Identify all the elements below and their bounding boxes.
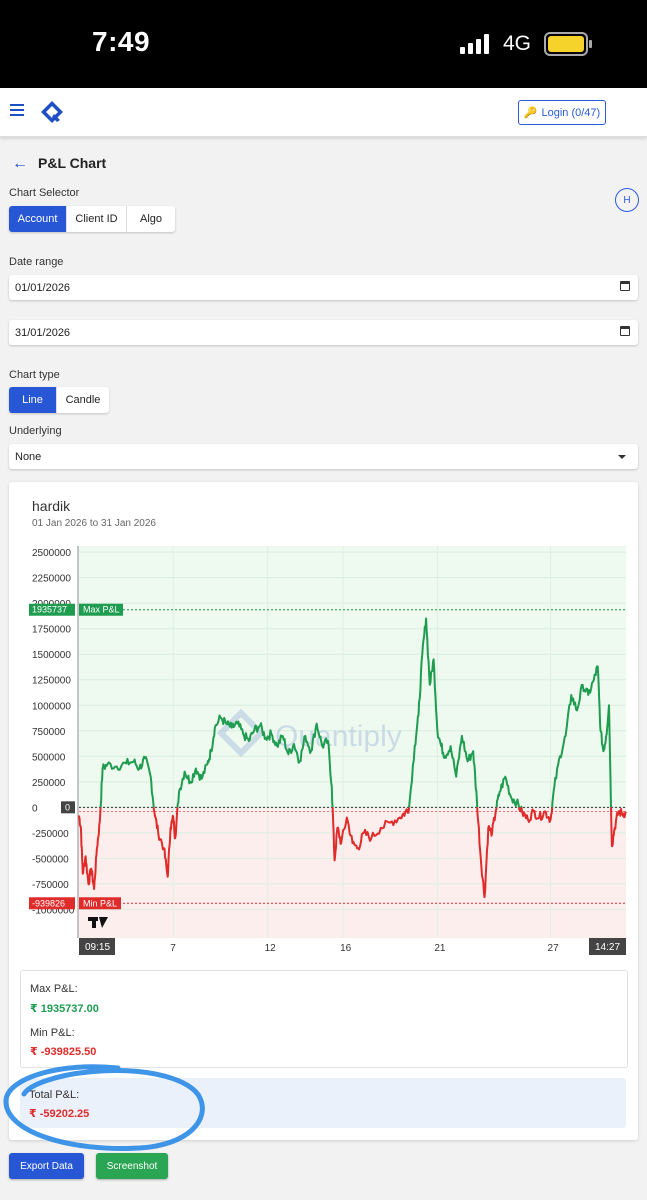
svg-text:1935737: 1935737 [32, 605, 67, 615]
back-arrow-icon[interactable]: ← [12, 155, 28, 173]
min-pnl-label: Min P&L: [30, 1027, 75, 1039]
pnl-line-chart[interactable]: 2500000225000020000001750000150000012500… [9, 540, 630, 960]
pnl-stats-box: Max P&L: ₹ 1935737.00 Min P&L: ₹ -939825… [20, 970, 628, 1068]
svg-text:Min P&L: Min P&L [83, 898, 117, 908]
max-pnl-label: Max P&L: [30, 983, 78, 995]
selector-algo[interactable]: Algo [127, 206, 175, 232]
y-tick-label: 500000 [32, 752, 66, 763]
start-date-input[interactable]: 01/01/2026 [9, 275, 638, 300]
end-date-input[interactable]: 31/01/2026 [9, 320, 638, 345]
x-tick-label: 16 [340, 943, 352, 954]
y-tick-label: -750000 [32, 880, 69, 891]
chart-selector-toggle: Account Client ID Algo [9, 206, 175, 232]
svg-text:0: 0 [65, 802, 70, 812]
x-tick-label: 21 [434, 943, 446, 954]
y-tick-label: 2500000 [32, 548, 71, 559]
zero-marker: 0 [61, 801, 75, 814]
status-time: 7:49 [92, 26, 151, 57]
x-end-time: 14:27 [595, 942, 620, 953]
max-pnl-marker: 1935737 Max P&L [29, 603, 123, 616]
status-bar: 7:49 4G [0, 0, 647, 88]
login-label: Login (0/47) [541, 106, 601, 119]
chevron-down-icon [618, 455, 626, 459]
y-tick-label: 2250000 [32, 574, 71, 585]
login-button[interactable]: 🔑 Login (0/47) [518, 100, 606, 125]
y-tick-label: 1000000 [32, 701, 71, 712]
type-line[interactable]: Line [9, 387, 57, 413]
min-pnl-value: ₹ -939825.50 [30, 1046, 97, 1058]
page-title: P&L Chart [38, 155, 107, 171]
chart-selector-label: Chart Selector [9, 187, 80, 199]
y-tick-label: 1500000 [32, 650, 71, 661]
svg-text:-939826: -939826 [32, 898, 65, 908]
x-tick-label: 12 [265, 943, 277, 954]
chart-type-toggle: Line Candle [9, 387, 109, 413]
x-tick-label: 7 [170, 943, 176, 954]
y-tick-label: 250000 [32, 778, 66, 789]
total-pnl-box: Total P&L: ₹ -59202.25 [20, 1078, 626, 1128]
svg-text:Max P&L: Max P&L [83, 605, 120, 615]
underlying-select[interactable]: None [9, 444, 638, 469]
chart-account-name: hardik [32, 498, 71, 514]
y-tick-label: -500000 [32, 854, 69, 865]
y-tick-label: 750000 [32, 727, 66, 738]
menu-icon[interactable] [10, 104, 24, 116]
end-date-value: 31/01/2026 [15, 326, 71, 339]
x-tick-label: 27 [548, 943, 560, 954]
date-range-label: Date range [9, 256, 64, 268]
screenshot-button[interactable]: Screenshot [96, 1153, 168, 1179]
chart-date-range: 01 Jan 2026 to 31 Jan 2026 [32, 518, 156, 529]
avatar[interactable]: H [615, 188, 639, 212]
total-pnl-label: Total P&L: [29, 1089, 80, 1101]
calendar-icon[interactable] [620, 326, 630, 336]
start-date-value: 01/01/2026 [15, 281, 71, 294]
min-pnl-marker: -939826 Min P&L [29, 897, 121, 910]
max-pnl-value: ₹ 1935737.00 [30, 1003, 99, 1015]
x-start-time: 09:15 [85, 942, 110, 953]
selector-client-id[interactable]: Client ID [67, 206, 127, 232]
network-type: 4G [503, 32, 532, 55]
battery-icon [544, 32, 592, 56]
y-tick-label: 1250000 [32, 676, 71, 687]
underlying-label: Underlying [9, 425, 62, 437]
total-pnl-value: ₹ -59202.25 [29, 1108, 90, 1120]
type-candle[interactable]: Candle [57, 387, 109, 413]
underlying-value: None [15, 450, 42, 463]
calendar-icon[interactable] [620, 281, 630, 291]
y-tick-label: 1750000 [32, 625, 71, 636]
app-logo[interactable] [40, 100, 64, 124]
chart-type-label: Chart type [9, 369, 60, 381]
app-bar: 🔑 Login (0/47) H [0, 88, 647, 212]
y-tick-label: 0 [32, 803, 38, 814]
key-icon: 🔑 [523, 107, 538, 119]
y-tick-label: -250000 [32, 829, 69, 840]
selector-account[interactable]: Account [9, 206, 67, 232]
signal-icon [460, 34, 492, 54]
export-data-button[interactable]: Export Data [9, 1153, 84, 1179]
